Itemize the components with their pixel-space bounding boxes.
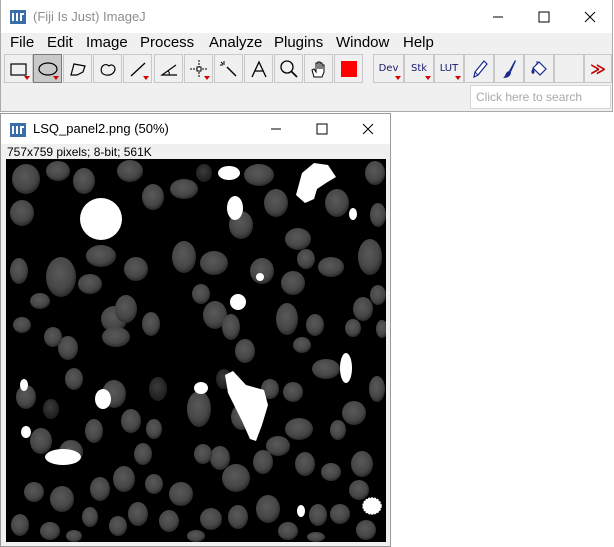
pencil-tool[interactable] — [464, 54, 494, 83]
tool-bar: Dev Stk LUT ≫ — [1, 54, 612, 84]
minimize-icon — [271, 128, 281, 130]
main-titlebar[interactable]: (Fiji Is Just) ImageJ — [1, 0, 612, 33]
dropdown-indicator-icon — [204, 76, 210, 80]
image-minimize-button[interactable] — [253, 114, 299, 144]
image-maximize-button[interactable] — [299, 114, 345, 144]
search-input[interactable]: Click here to search — [470, 85, 611, 109]
foreground-color-swatch-icon — [340, 60, 357, 77]
oval-tool[interactable] — [33, 54, 62, 83]
text-tool-icon — [250, 59, 267, 77]
wand-tool[interactable] — [214, 54, 243, 83]
dropdown-indicator-icon — [143, 76, 149, 80]
freehand-selection-icon — [100, 63, 116, 76]
magnifier-icon — [279, 59, 298, 78]
image-window-title: LSQ_panel2.png (50%) — [33, 121, 169, 136]
main-window-title: (Fiji Is Just) ImageJ — [33, 9, 146, 24]
stk-tool-label: Stk — [410, 63, 428, 74]
minimize-icon — [493, 16, 503, 17]
polygon-selection-icon — [69, 62, 86, 76]
rectangle-selection-icon — [9, 62, 27, 76]
image-titlebar[interactable]: LSQ_panel2.png (50%) — [1, 114, 390, 144]
rectangle-tool[interactable] — [4, 54, 33, 83]
maximize-icon — [538, 11, 550, 22]
dev-tool-label: Dev — [378, 63, 399, 74]
dropdown-indicator-icon — [24, 76, 30, 80]
dropdown-indicator-icon — [53, 76, 59, 80]
image-window: LSQ_panel2.png (50%) 757x759 pixels; 8-b… — [0, 113, 391, 547]
lut-tool[interactable]: LUT — [434, 54, 464, 83]
image-info-text: 757x759 pixels; 8-bit; 561K — [7, 145, 152, 159]
straight-line-icon — [130, 62, 145, 76]
stk-tool[interactable]: Stk — [404, 54, 434, 83]
close-icon — [362, 123, 374, 135]
dropdown-indicator-icon — [455, 76, 461, 80]
empty-tool-slot[interactable] — [554, 54, 584, 83]
polygon-tool[interactable] — [63, 54, 92, 83]
maximize-button[interactable] — [521, 0, 567, 33]
menu-analyze[interactable]: Analyze — [209, 34, 262, 51]
freehand-tool[interactable] — [93, 54, 122, 83]
paint-bucket-icon — [531, 60, 547, 76]
menu-help[interactable]: Help — [403, 34, 434, 51]
fiji-app-icon — [10, 123, 26, 137]
pencil-icon — [473, 59, 488, 78]
dev-tool[interactable]: Dev — [373, 54, 404, 83]
color-picker-tool[interactable] — [334, 54, 363, 83]
angle-tool[interactable] — [154, 54, 183, 83]
imagej-main-window: (Fiji Is Just) ImageJ File Edit Image Pr… — [0, 0, 613, 112]
line-tool[interactable] — [123, 54, 152, 83]
menu-process[interactable]: Process — [140, 34, 194, 51]
magic-wand-icon — [219, 60, 236, 76]
menu-window[interactable]: Window — [336, 34, 389, 51]
point-tool[interactable] — [184, 54, 213, 83]
more-tools-icon: ≫ — [590, 59, 606, 78]
image-canvas[interactable] — [6, 159, 386, 542]
flood-fill-tool[interactable] — [524, 54, 554, 83]
image-close-button[interactable] — [345, 114, 391, 144]
oval-selection-icon — [37, 61, 58, 76]
scroll-tool[interactable] — [304, 54, 333, 83]
menu-edit[interactable]: Edit — [47, 34, 73, 51]
paintbrush-tool[interactable] — [494, 54, 524, 83]
menu-file[interactable]: File — [10, 34, 34, 51]
menu-bar: File Edit Image Process Analyze Plugins … — [1, 33, 612, 53]
menu-image[interactable]: Image — [86, 34, 128, 51]
maximize-icon — [316, 123, 328, 135]
dropdown-indicator-icon — [395, 76, 401, 80]
paintbrush-icon — [503, 59, 516, 78]
hand-icon — [310, 61, 324, 77]
minimize-button[interactable] — [475, 0, 521, 33]
zoom-tool[interactable] — [274, 54, 303, 83]
fiji-app-icon — [10, 10, 26, 24]
close-icon — [584, 11, 596, 22]
text-tool[interactable] — [244, 54, 273, 83]
close-button[interactable] — [567, 0, 613, 33]
more-tools-button[interactable]: ≫ — [584, 54, 612, 83]
lut-tool-label: LUT — [439, 63, 459, 74]
angle-icon — [159, 64, 177, 76]
dropdown-indicator-icon — [425, 76, 431, 80]
menu-plugins[interactable]: Plugins — [274, 34, 323, 51]
